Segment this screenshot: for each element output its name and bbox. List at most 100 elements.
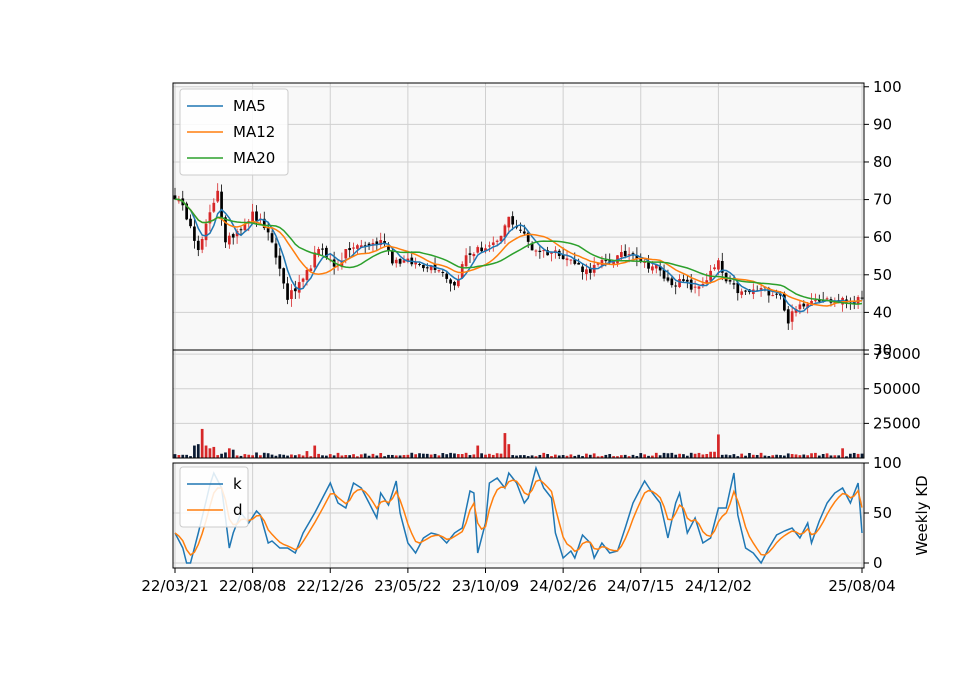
x-tick-label: 24/12/02 [685, 577, 752, 595]
price-y-tick-label: 80 [873, 153, 892, 171]
volume-bar [740, 453, 744, 458]
candle-body [717, 260, 720, 270]
volume-bar [569, 454, 573, 458]
volume-bar [173, 454, 177, 458]
candle-body [305, 269, 309, 280]
volume-bar [697, 452, 701, 458]
candle-body [414, 262, 418, 265]
volume-bar [732, 454, 736, 458]
volume-bar [410, 452, 414, 458]
candle-body [689, 279, 693, 290]
candle-body [278, 255, 282, 269]
legend-label-k: k [233, 475, 242, 493]
volume-bar [227, 448, 231, 458]
price-y-tick-label: 40 [873, 303, 892, 321]
candle-body [255, 211, 258, 221]
candle-body [790, 311, 794, 322]
volume-bar [336, 452, 340, 458]
candle-body [678, 279, 681, 288]
volume-bar [193, 445, 196, 458]
candle-body [798, 304, 802, 310]
candle-body [569, 259, 573, 261]
volume-bar [305, 451, 309, 458]
x-tick-label: 23/10/09 [452, 577, 519, 595]
candle-body [771, 295, 775, 297]
volume-bar [255, 452, 258, 458]
volume-bar [748, 453, 751, 458]
volume-bar [204, 445, 208, 458]
volume-bar [810, 453, 813, 458]
volume-bar [499, 453, 503, 458]
volume-bar [231, 449, 235, 458]
candle-body [189, 218, 192, 227]
candle-body [227, 235, 231, 245]
volume-bar [449, 452, 452, 458]
volume-bar [724, 454, 728, 458]
candle-body [398, 259, 402, 264]
candle-body [585, 269, 588, 275]
candle-body [534, 250, 538, 252]
candle-body [441, 271, 445, 273]
candle-body [604, 260, 608, 262]
volume-bar [654, 452, 658, 458]
volume-bar [592, 453, 596, 458]
candle-body [290, 290, 293, 299]
volume-y-tick-label: 75000 [873, 345, 921, 363]
volume-bar [266, 453, 270, 458]
volume-bar [856, 453, 860, 458]
volume-bar [546, 454, 549, 458]
candle-body [200, 238, 204, 250]
volume-bar [507, 444, 511, 458]
candle-body [581, 266, 584, 273]
candle-body [802, 303, 806, 307]
candle-body [530, 243, 534, 251]
volume-bar [352, 454, 355, 458]
candle-body [453, 282, 456, 286]
candle-body [538, 250, 542, 253]
candle-body [814, 300, 817, 302]
candle-body [728, 280, 732, 282]
candle-body [293, 288, 297, 292]
volume-bar [802, 454, 806, 458]
volume-bar [860, 453, 864, 458]
candle-body [212, 202, 216, 212]
volume-bar [585, 453, 588, 458]
volume-bar [371, 453, 375, 458]
volume-bar [224, 452, 227, 458]
volume-bar [825, 453, 829, 458]
candle-body [193, 226, 196, 241]
volume-bar [297, 454, 301, 458]
volume-bar [488, 453, 491, 458]
kd-y-tick-label: 0 [873, 554, 883, 572]
volume-bar [662, 452, 666, 458]
volume-bar [278, 454, 282, 458]
candle-body [519, 229, 522, 231]
volume-bar [542, 452, 546, 458]
volume-bar [841, 448, 844, 458]
candle-body [522, 231, 526, 234]
x-tick-label: 22/08/08 [219, 577, 286, 595]
candle-body [565, 258, 569, 261]
candle-body [744, 290, 747, 292]
candle-body [348, 248, 352, 251]
volume-bar [554, 454, 557, 458]
volume-bar [425, 453, 429, 458]
x-tick-label: 22/12/26 [297, 577, 364, 595]
volume-bar [200, 428, 204, 458]
candle-body [674, 285, 678, 287]
candle-body [464, 255, 468, 267]
candle-body [390, 250, 394, 264]
candle-body [480, 247, 483, 252]
candle-body [713, 267, 716, 270]
volume-bar [794, 454, 798, 458]
volume-bar [786, 453, 790, 458]
candle-body [740, 291, 744, 295]
x-tick-label: 24/07/15 [607, 577, 674, 595]
volume-bar [709, 451, 712, 458]
candle-body [577, 262, 581, 265]
candle-body [507, 216, 511, 228]
candle-body [344, 249, 348, 259]
volume-bar [429, 454, 433, 458]
candle-body [697, 286, 701, 289]
candle-body [693, 286, 697, 288]
